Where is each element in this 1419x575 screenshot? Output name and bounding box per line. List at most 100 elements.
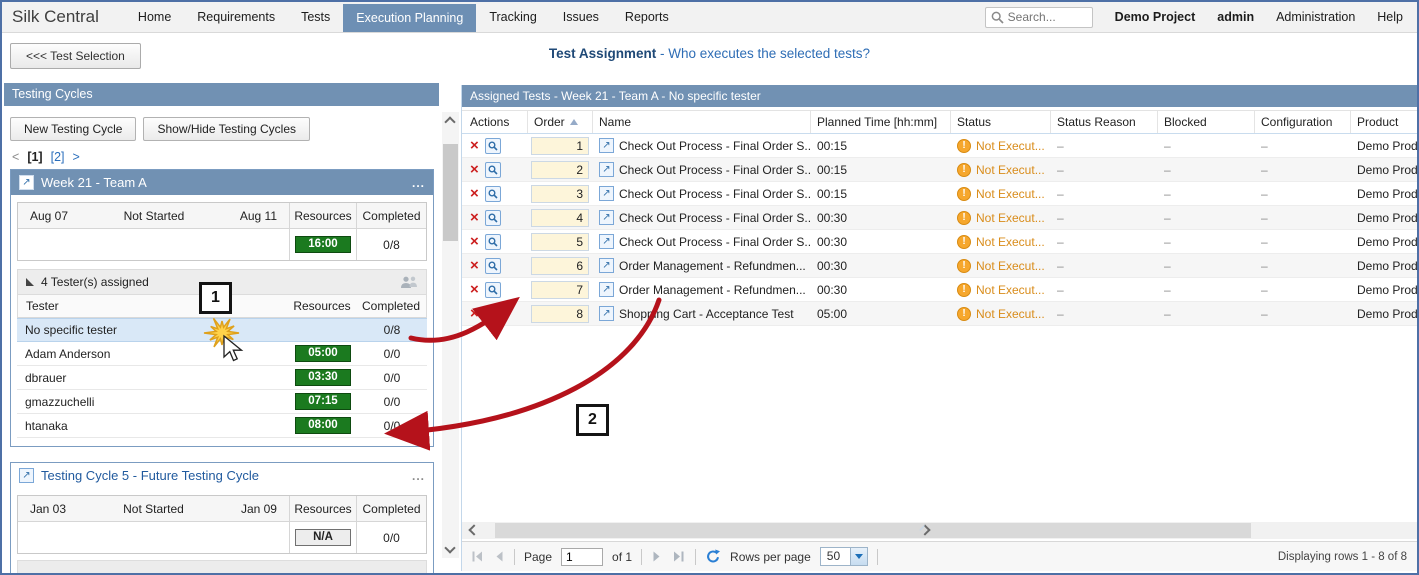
inspect-icon[interactable] (485, 138, 501, 154)
test-name[interactable]: Check Out Process - Final Order S... (619, 163, 811, 177)
cycles-next-page[interactable]: > (73, 150, 80, 164)
refresh-icon[interactable] (705, 549, 721, 564)
inspect-icon[interactable] (485, 258, 501, 274)
delete-icon[interactable]: × (470, 210, 479, 225)
cycle-card-header[interactable]: ↗ Week 21 - Team A ... (11, 170, 433, 195)
inspect-icon[interactable] (485, 306, 501, 322)
delete-icon[interactable]: × (470, 138, 479, 153)
order-input[interactable] (531, 281, 589, 299)
delete-icon[interactable]: × (470, 306, 479, 321)
column-status[interactable]: Status (951, 111, 1051, 133)
goto-test-icon[interactable]: ↗ (599, 210, 614, 225)
inspect-icon[interactable] (485, 162, 501, 178)
inspect-icon[interactable] (485, 234, 501, 250)
project-selector[interactable]: Demo Project (1115, 10, 1196, 24)
order-input[interactable] (531, 185, 589, 203)
scroll-up-icon[interactable] (444, 116, 455, 127)
column-planned-time[interactable]: Planned Time [hh:mm] (811, 111, 951, 133)
goto-cycle-icon[interactable]: ↗ (19, 175, 34, 190)
help-link[interactable]: Help (1377, 10, 1403, 24)
first-page-icon[interactable] (470, 550, 484, 563)
nav-tests[interactable]: Tests (288, 2, 343, 32)
goto-test-icon[interactable]: ↗ (599, 234, 614, 249)
administration-link[interactable]: Administration (1276, 10, 1355, 24)
last-page-icon[interactable] (672, 550, 686, 563)
delete-icon[interactable]: × (470, 186, 479, 201)
show-hide-testing-cycles-button[interactable]: Show/Hide Testing Cycles (143, 117, 310, 141)
goto-test-icon[interactable]: ↗ (599, 282, 614, 297)
inspect-icon[interactable] (485, 210, 501, 226)
column-status-reason[interactable]: Status Reason (1051, 111, 1158, 133)
tester-row[interactable]: gmazzuchelli 07:15 0/0 (17, 390, 427, 414)
tester-row[interactable]: Adam Anderson 05:00 0/0 (17, 342, 427, 366)
nav-home[interactable]: Home (125, 2, 184, 32)
search-input[interactable] (1008, 10, 1086, 24)
cycles-page-1[interactable]: [1] (27, 150, 42, 164)
column-name[interactable]: Name (593, 111, 811, 133)
tester-row-no-specific[interactable]: No specific tester 0/8 (17, 318, 427, 342)
column-product[interactable]: Product (1351, 111, 1419, 133)
nav-issues[interactable]: Issues (550, 2, 612, 32)
order-input[interactable] (531, 161, 589, 179)
test-name[interactable]: Shopping Cart - Acceptance Test (619, 307, 794, 321)
test-name[interactable]: Check Out Process - Final Order S... (619, 139, 811, 153)
horizontal-scroll-thumb[interactable] (495, 523, 1251, 538)
search-box[interactable] (985, 7, 1093, 28)
tester-name[interactable]: dbrauer (17, 371, 289, 385)
column-configuration[interactable]: Configuration (1255, 111, 1351, 133)
test-name[interactable]: Check Out Process - Final Order S... (619, 187, 811, 201)
cycle-menu-icon[interactable]: ... (412, 469, 425, 483)
rows-per-page-select[interactable]: 50 (820, 547, 868, 566)
tester-name[interactable]: htanaka (17, 419, 289, 433)
vertical-scroll-thumb[interactable] (443, 144, 458, 241)
order-input[interactable] (531, 305, 589, 323)
test-name[interactable]: Check Out Process - Final Order S... (619, 235, 811, 249)
tester-row[interactable]: dbrauer 03:30 0/0 (17, 366, 427, 390)
delete-icon[interactable]: × (470, 258, 479, 273)
new-testing-cycle-button[interactable]: New Testing Cycle (10, 117, 136, 141)
nav-execution-planning[interactable]: Execution Planning (343, 4, 476, 32)
goto-test-icon[interactable]: ↗ (599, 258, 614, 273)
delete-icon[interactable]: × (470, 234, 479, 249)
user-menu[interactable]: admin (1217, 10, 1254, 24)
order-input[interactable] (531, 257, 589, 275)
tester-row[interactable]: htanaka 08:00 0/0 (17, 414, 427, 438)
test-name[interactable]: Order Management - Refundmen... (619, 283, 806, 297)
goto-test-icon[interactable]: ↗ (599, 138, 614, 153)
dropdown-button[interactable] (850, 548, 867, 565)
scroll-left-icon[interactable] (468, 524, 479, 535)
cycles-page-2[interactable]: [2] (51, 150, 65, 164)
order-input[interactable] (531, 233, 589, 251)
prev-page-icon[interactable] (493, 550, 505, 563)
nav-reports[interactable]: Reports (612, 2, 682, 32)
goto-test-icon[interactable]: ↗ (599, 306, 614, 321)
goto-cycle-icon[interactable]: ↗ (19, 468, 34, 483)
test-name[interactable]: Check Out Process - Final Order S... (619, 211, 811, 225)
tester-name[interactable]: gmazzuchelli (17, 395, 289, 409)
order-input[interactable] (531, 209, 589, 227)
nav-tracking[interactable]: Tracking (476, 2, 549, 32)
next-page-icon[interactable] (651, 550, 663, 563)
goto-test-icon[interactable]: ↗ (599, 162, 614, 177)
inspect-icon[interactable] (485, 282, 501, 298)
tester-name[interactable]: Adam Anderson (17, 347, 289, 361)
goto-test-icon[interactable]: ↗ (599, 186, 614, 201)
cycle-card-header[interactable]: ↗ Testing Cycle 5 - Future Testing Cycle… (11, 463, 433, 488)
delete-icon[interactable]: × (470, 282, 479, 297)
column-blocked[interactable]: Blocked (1158, 111, 1255, 133)
page-number-input[interactable] (561, 548, 603, 566)
column-order[interactable]: Order (528, 111, 593, 133)
inspect-icon[interactable] (485, 186, 501, 202)
nav-requirements[interactable]: Requirements (184, 2, 288, 32)
column-actions[interactable]: Actions (462, 111, 528, 133)
tester-name[interactable]: No specific tester (17, 323, 289, 337)
left-panel-vertical-scrollbar[interactable] (442, 112, 459, 558)
horizontal-scrollbar[interactable] (462, 522, 1417, 539)
test-name[interactable]: Order Management - Refundmen... (619, 259, 806, 273)
order-input[interactable] (531, 137, 589, 155)
cycle-menu-icon[interactable]: ... (412, 176, 425, 190)
delete-icon[interactable]: × (470, 162, 479, 177)
scroll-down-icon[interactable] (444, 542, 455, 553)
collapse-expander-icon[interactable] (26, 278, 34, 286)
assign-testers-icon[interactable] (400, 276, 418, 289)
